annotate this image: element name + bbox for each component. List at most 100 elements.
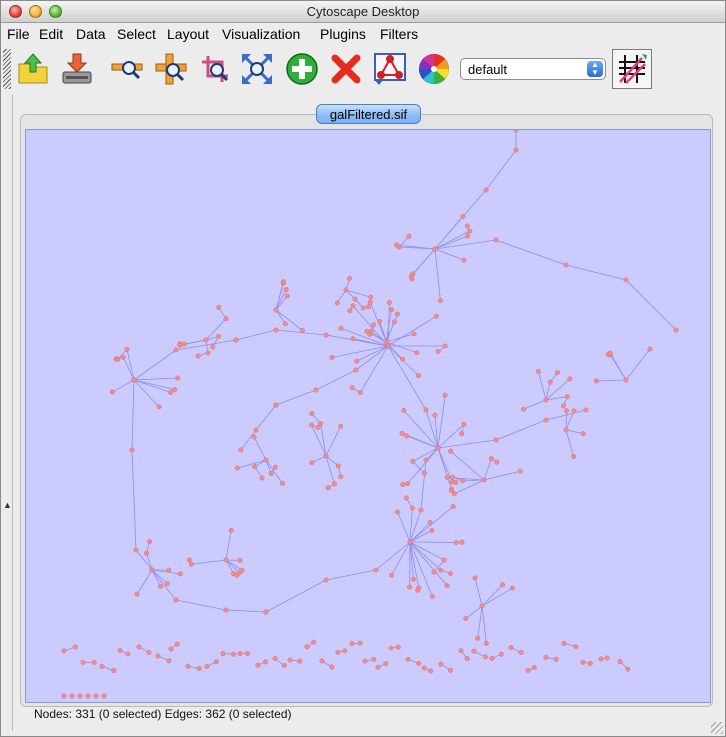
network-node[interactable] bbox=[338, 423, 344, 429]
network-node[interactable] bbox=[525, 668, 531, 674]
network-node[interactable] bbox=[144, 550, 150, 556]
network-node[interactable] bbox=[272, 464, 278, 470]
network-node[interactable] bbox=[181, 341, 187, 347]
menu-select[interactable]: Select bbox=[117, 26, 156, 42]
network-node[interactable] bbox=[401, 407, 407, 413]
network-node[interactable] bbox=[360, 305, 366, 311]
network-node[interactable] bbox=[168, 390, 174, 396]
network-node[interactable] bbox=[61, 693, 67, 699]
network-node[interactable] bbox=[580, 431, 586, 437]
control-panel-strip[interactable]: ▲ bbox=[1, 95, 13, 731]
network-node[interactable] bbox=[177, 342, 183, 348]
network-node[interactable] bbox=[593, 378, 599, 384]
network-node[interactable] bbox=[329, 664, 335, 670]
network-node[interactable] bbox=[338, 325, 344, 331]
network-node[interactable] bbox=[499, 582, 505, 588]
network-node[interactable] bbox=[149, 567, 155, 573]
network-node[interactable] bbox=[125, 651, 131, 657]
zoom-fit-button[interactable] bbox=[239, 51, 275, 87]
network-node[interactable] bbox=[429, 593, 435, 599]
zoom-selected-button[interactable] bbox=[197, 51, 233, 87]
network-node[interactable] bbox=[427, 520, 433, 526]
network-node[interactable] bbox=[488, 456, 494, 462]
network-node[interactable] bbox=[437, 298, 443, 304]
network-node[interactable] bbox=[447, 667, 453, 673]
network-node[interactable] bbox=[158, 583, 164, 589]
network-node[interactable] bbox=[349, 385, 355, 391]
network-node[interactable] bbox=[421, 470, 427, 476]
network-node[interactable] bbox=[210, 344, 216, 350]
network-node[interactable] bbox=[509, 585, 515, 591]
network-node[interactable] bbox=[580, 659, 586, 665]
network-node[interactable] bbox=[168, 646, 174, 652]
network-node[interactable] bbox=[223, 316, 229, 322]
network-node[interactable] bbox=[175, 375, 181, 381]
network-node[interactable] bbox=[147, 539, 153, 545]
network-node[interactable] bbox=[389, 307, 395, 313]
network-node[interactable] bbox=[483, 187, 489, 193]
network-node[interactable] bbox=[571, 453, 577, 459]
network-node[interactable] bbox=[431, 569, 437, 575]
network-node[interactable] bbox=[428, 668, 434, 674]
network-node[interactable] bbox=[587, 660, 593, 666]
network-node[interactable] bbox=[244, 651, 250, 657]
network-node[interactable] bbox=[188, 561, 194, 567]
network-node[interactable] bbox=[315, 424, 321, 430]
network-node[interactable] bbox=[375, 664, 381, 670]
network-node[interactable] bbox=[623, 377, 629, 383]
network-node[interactable] bbox=[411, 331, 417, 337]
network-node[interactable] bbox=[357, 640, 363, 646]
network-node[interactable] bbox=[371, 656, 377, 662]
menu-data[interactable]: Data bbox=[76, 26, 106, 42]
network-node[interactable] bbox=[164, 581, 170, 587]
network-node[interactable] bbox=[111, 668, 117, 674]
network-node[interactable] bbox=[673, 327, 679, 333]
network-node[interactable] bbox=[471, 648, 477, 654]
network-node[interactable] bbox=[259, 475, 265, 481]
network-node[interactable] bbox=[335, 649, 341, 655]
menu-filters[interactable]: Filters bbox=[380, 26, 418, 42]
network-node[interactable] bbox=[347, 308, 353, 314]
network-node[interactable] bbox=[429, 527, 435, 533]
network-node[interactable] bbox=[563, 427, 569, 433]
network-node[interactable] bbox=[234, 465, 240, 471]
network-node[interactable] bbox=[347, 275, 353, 281]
network-node[interactable] bbox=[220, 651, 226, 657]
network-node[interactable] bbox=[444, 583, 450, 589]
network-node[interactable] bbox=[77, 693, 83, 699]
network-node[interactable] bbox=[195, 353, 201, 359]
network-node[interactable] bbox=[625, 666, 631, 672]
network-node[interactable] bbox=[493, 237, 499, 243]
network-node[interactable] bbox=[272, 656, 278, 662]
network-node[interactable] bbox=[99, 663, 105, 669]
network-node[interactable] bbox=[80, 659, 86, 665]
network-node[interactable] bbox=[535, 369, 541, 375]
network-node[interactable] bbox=[213, 659, 219, 665]
network-node[interactable] bbox=[309, 411, 315, 417]
network-node[interactable] bbox=[479, 603, 485, 609]
network-node[interactable] bbox=[395, 644, 401, 650]
toolbar-grip[interactable] bbox=[3, 49, 11, 89]
network-node[interactable] bbox=[448, 570, 454, 576]
network-node[interactable] bbox=[203, 337, 209, 343]
network-node[interactable] bbox=[460, 478, 466, 484]
network-node[interactable] bbox=[281, 663, 287, 669]
network-node[interactable] bbox=[404, 433, 410, 439]
network-node[interactable] bbox=[173, 597, 179, 603]
network-node[interactable] bbox=[251, 434, 257, 440]
network-node[interactable] bbox=[69, 693, 75, 699]
network-node[interactable] bbox=[461, 257, 467, 263]
network-node[interactable] bbox=[453, 539, 459, 545]
network-node[interactable] bbox=[482, 654, 488, 660]
network-node[interactable] bbox=[237, 557, 243, 563]
zoom-in-button[interactable] bbox=[153, 51, 189, 87]
network-node[interactable] bbox=[263, 659, 269, 665]
network-node[interactable] bbox=[309, 422, 315, 428]
network-node[interactable] bbox=[323, 453, 329, 459]
network-node[interactable] bbox=[531, 664, 537, 670]
network-node[interactable] bbox=[134, 591, 140, 597]
network-node[interactable] bbox=[442, 392, 448, 398]
network-node[interactable] bbox=[472, 575, 478, 581]
network-node[interactable] bbox=[228, 527, 234, 533]
network-node[interactable] bbox=[368, 294, 374, 300]
